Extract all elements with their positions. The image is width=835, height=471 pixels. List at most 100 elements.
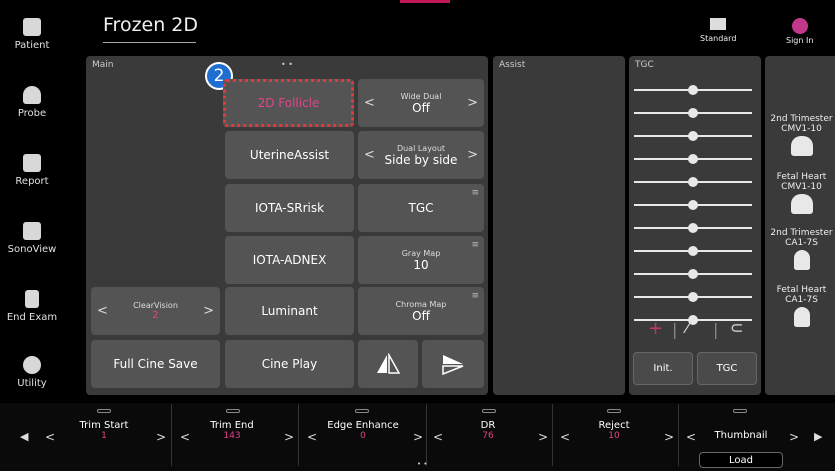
load-label: Load (729, 454, 753, 466)
iota-adnex-label: IOTA-ADNEX (252, 253, 327, 267)
probe-icon (793, 250, 810, 270)
chevron-left-icon[interactable]: < (560, 430, 570, 444)
probe-preset-name: Fetal Heart (776, 285, 827, 295)
chevron-right-icon[interactable]: > (413, 430, 423, 444)
tgc-init-button[interactable]: Init. (633, 352, 693, 385)
probe-icon (23, 86, 41, 104)
tgc-slider-knob[interactable] (688, 269, 698, 279)
sidebar-item-sonoview[interactable]: SonoView (0, 222, 64, 255)
luminant-button[interactable]: Luminant (225, 287, 354, 335)
full-cine-save-label: Full Cine Save (113, 357, 198, 371)
tgc-slider-knob[interactable] (688, 177, 698, 187)
iota-srrisk-label: IOTA-SRrisk (254, 201, 325, 215)
chevron-right-icon[interactable]: > (467, 96, 478, 111)
tgc-mode-button[interactable]: ≡ TGC (358, 184, 484, 232)
flip-horizontal-button[interactable] (358, 340, 418, 388)
tgc-cross-icon[interactable]: + (648, 318, 663, 339)
sidebar-item-probe[interactable]: Probe (0, 86, 64, 119)
chevron-right-icon[interactable]: > (789, 430, 799, 444)
chevron-right-icon[interactable]: > (156, 430, 166, 444)
tgc-slider-knob[interactable] (688, 315, 698, 325)
sidebar-item-label: End Exam (6, 312, 58, 323)
follicle-button[interactable]: 2D Follicle (223, 79, 354, 127)
tgc-slider-knob[interactable] (688, 292, 698, 302)
tgc-slider-knob[interactable] (688, 200, 698, 210)
chevron-left-icon[interactable]: < (45, 430, 55, 444)
standard-preset[interactable]: Standard (700, 18, 736, 43)
chevron-right-icon[interactable]: > (203, 304, 214, 319)
standard-label: Standard (700, 34, 737, 43)
tgc-mode-label: TGC (408, 201, 434, 215)
tgc-slider-knob[interactable] (688, 85, 698, 95)
sidebar-item-label: Patient (14, 40, 50, 51)
gear-icon (23, 356, 41, 374)
chevron-left-icon[interactable]: < (364, 148, 375, 163)
tgc-bracket-icon[interactable]: ⊂ (730, 318, 743, 337)
dr-label: DR (480, 420, 496, 431)
tgc-slider-knob[interactable] (688, 108, 698, 118)
dr-value: 76 (482, 431, 494, 441)
chevron-left-icon[interactable]: < (180, 430, 190, 444)
chevron-left-icon[interactable]: < (364, 96, 375, 111)
probe-card[interactable]: Fetal Heart CMV1-10 (768, 172, 835, 214)
gray-map-control[interactable]: ≡ Gray Map 10 (358, 236, 484, 284)
tgc-curve-icon[interactable]: ⁄ (686, 318, 689, 337)
tgc-slider-knob[interactable] (688, 246, 698, 256)
iota-adnex-button[interactable]: IOTA-ADNEX (225, 236, 354, 284)
chevron-right-icon[interactable]: > (467, 148, 478, 163)
divider (426, 404, 427, 466)
dual-layout-value: Side by side (384, 152, 458, 167)
trim-start-control[interactable]: Trim Start 1 (74, 420, 134, 441)
sidebar-item-utility[interactable]: Utility (0, 356, 64, 389)
probe-panel (765, 56, 835, 395)
chevron-right-icon[interactable]: > (664, 430, 674, 444)
chevron-right-icon[interactable]: > (284, 430, 294, 444)
probe-card[interactable]: 2nd Trimester CMV1-10 (768, 114, 835, 156)
sign-in-label: Sign In (786, 36, 814, 45)
wide-dual-control[interactable]: < Wide Dual Off > (358, 79, 484, 127)
chevron-left-icon[interactable]: < (686, 430, 696, 444)
menu-icon: ≡ (471, 291, 479, 301)
probe-card[interactable]: Fetal Heart CA1-7S (768, 285, 835, 327)
thumbnail-control[interactable]: Thumbnail (706, 430, 776, 441)
chevron-right-icon[interactable]: > (538, 430, 548, 444)
tgc-divider-icon: | (672, 320, 678, 339)
iota-srrisk-button[interactable]: IOTA-SRrisk (225, 184, 354, 232)
sidebar-item-label: SonoView (7, 244, 57, 255)
dr-control[interactable]: DR 76 (458, 420, 518, 441)
tgc-init-label: Init. (653, 363, 673, 374)
sign-in-button[interactable]: Sign In (786, 18, 813, 45)
load-button[interactable]: Load (699, 452, 783, 468)
cine-play-button[interactable]: Cine Play (225, 340, 354, 388)
play-prev-icon[interactable]: ◀ (20, 430, 28, 443)
trim-end-control[interactable]: Trim End 143 (202, 420, 262, 441)
probe-card[interactable]: 2nd Trimester CA1-7S (768, 228, 835, 270)
clearvision-control[interactable]: < ClearVision 2 > (91, 287, 220, 335)
tgc-toggle-button[interactable]: TGC (697, 352, 757, 385)
play-next-icon[interactable]: ▶ (814, 430, 822, 443)
report-icon (23, 154, 41, 172)
chevron-left-icon[interactable]: < (433, 430, 443, 444)
tgc-slider-knob[interactable] (688, 131, 698, 141)
trim-start-value: 1 (101, 431, 107, 441)
tgc-slider-knob[interactable] (688, 154, 698, 164)
chevron-left-icon[interactable]: < (307, 430, 317, 444)
dual-layout-control[interactable]: < Dual Layout Side by side > (358, 131, 484, 179)
knob-handle-icon (226, 409, 240, 413)
flip-vertical-button[interactable] (422, 340, 484, 388)
sidebar-item-end-exam[interactable]: End Exam (0, 290, 64, 323)
title-underline (103, 42, 196, 43)
edge-enhance-control[interactable]: Edge Enhance 0 (318, 420, 408, 441)
full-cine-save-button[interactable]: Full Cine Save (91, 340, 220, 388)
tgc-slider-knob[interactable] (688, 223, 698, 233)
chevron-left-icon[interactable]: < (97, 304, 108, 319)
reject-control[interactable]: Reject 10 (584, 420, 644, 441)
sidebar-item-patient[interactable]: Patient (0, 18, 64, 51)
probe-icon (793, 307, 810, 327)
sidebar-item-report[interactable]: Report (0, 154, 64, 187)
page-dots: • • (281, 60, 293, 69)
uterine-assist-button[interactable]: UterineAssist (225, 131, 354, 179)
chroma-map-control[interactable]: ≡ Chroma Map Off (358, 287, 484, 335)
luminant-label: Luminant (261, 304, 318, 318)
divider (552, 404, 553, 466)
